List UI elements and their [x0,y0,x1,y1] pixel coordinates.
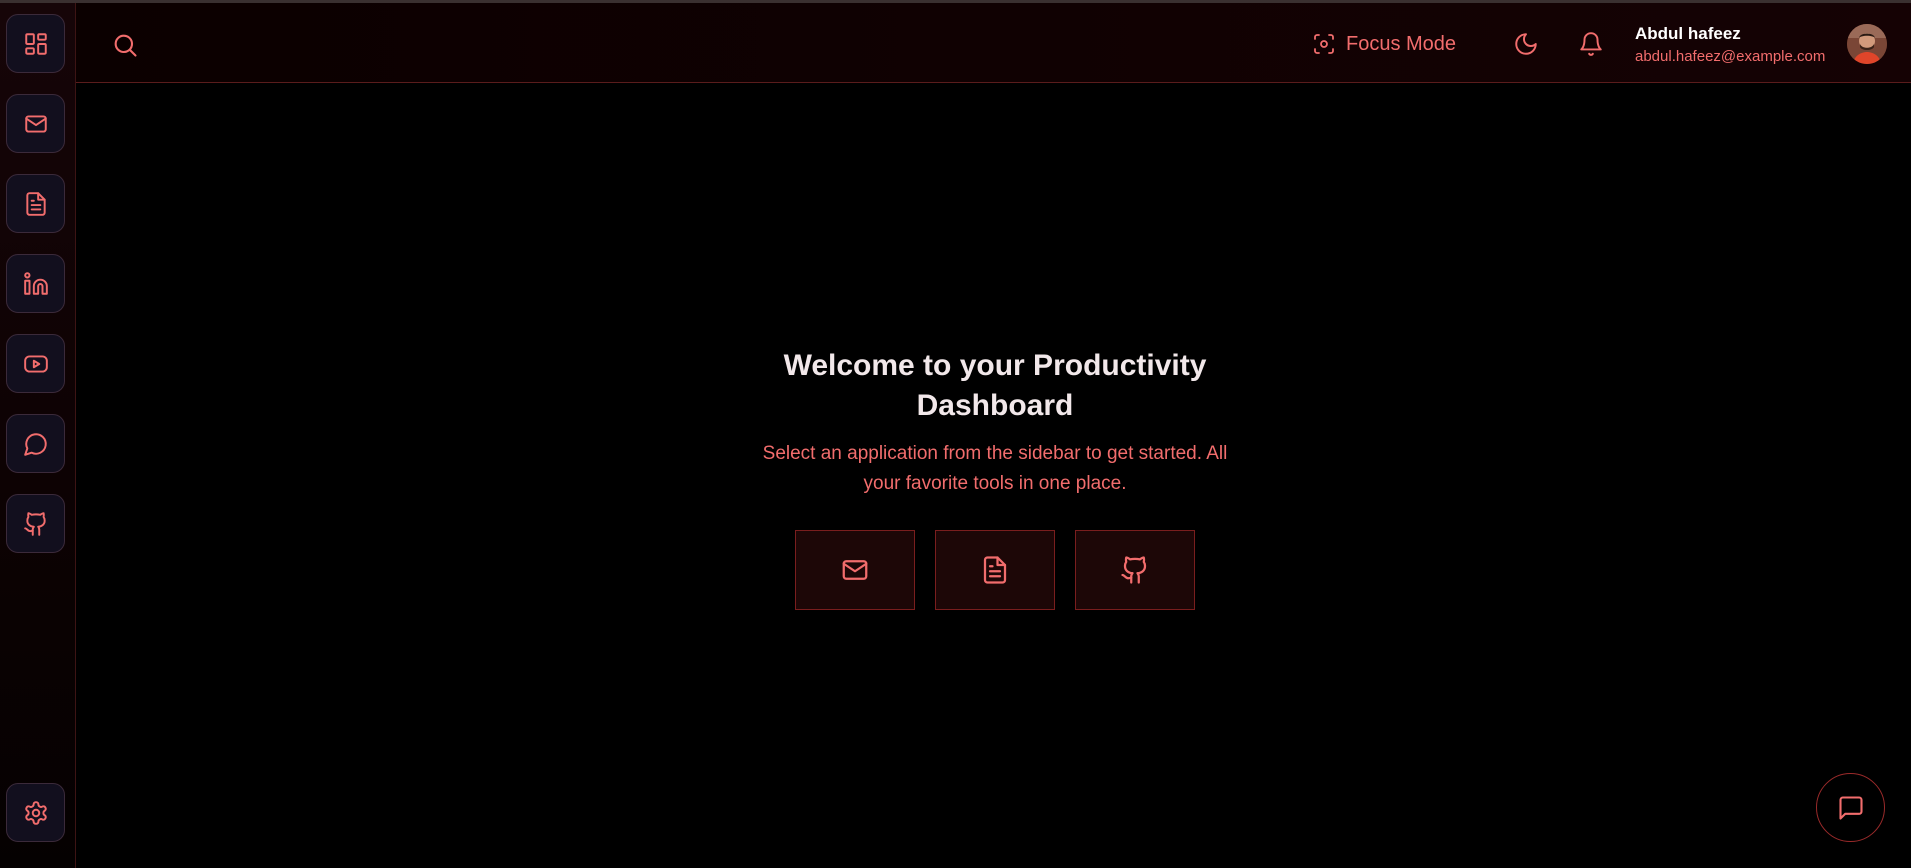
gear-icon [24,800,47,825]
welcome-panel: Welcome to your Productivity Dashboard S… [760,346,1230,499]
document-icon [983,556,1007,584]
avatar[interactable] [1847,24,1887,64]
search-icon [114,34,137,57]
quick-launch-row [795,530,1195,610]
welcome-subtitle: Select an application from the sidebar t… [762,443,1228,494]
document-icon [25,191,46,216]
user-avatar-image [1847,24,1887,64]
sidebar-item-chat[interactable] [6,414,65,473]
notifications-button[interactable] [1578,31,1604,57]
quick-launch-github[interactable] [1075,530,1195,610]
focus-mode-button[interactable]: Focus Mode [1312,29,1456,59]
youtube-icon [23,354,48,373]
github-icon [1121,556,1147,584]
bell-icon [1580,32,1602,56]
moon-icon [1515,33,1537,55]
sidebar-item-linkedin[interactable] [6,254,65,313]
welcome-title: Welcome to your Productivity Dashboard [783,349,1207,422]
dashboard-grid-icon [24,32,47,55]
sidebar-item-dashboard[interactable] [6,14,65,73]
settings-button[interactable] [6,783,65,842]
top-bar: Focus Mode Abdul hafeez abdul.hafeez@exa… [76,3,1911,83]
sidebar-item-youtube[interactable] [6,334,65,393]
quick-launch-mail[interactable] [795,530,915,610]
search-button[interactable] [111,31,139,59]
chat-icon [23,432,47,456]
focus-icon [1314,34,1334,54]
theme-toggle-button[interactable] [1513,31,1539,57]
focus-mode-label: Focus Mode [1346,32,1457,55]
linkedin-icon [23,271,48,295]
mail-icon [24,114,47,133]
sidebar [0,3,76,868]
message-square-icon [1838,795,1863,820]
sidebar-item-github[interactable] [6,494,65,553]
user-email: abdul.hafeez@example.com [1635,48,1826,65]
sidebar-item-mail[interactable] [6,94,65,153]
sidebar-item-documents[interactable] [6,174,65,233]
github-icon [23,511,46,536]
quick-launch-documents[interactable] [935,530,1055,610]
chat-fab-button[interactable] [1816,773,1885,842]
user-name: Abdul hafeez [1635,24,1741,43]
mail-icon [842,560,868,580]
